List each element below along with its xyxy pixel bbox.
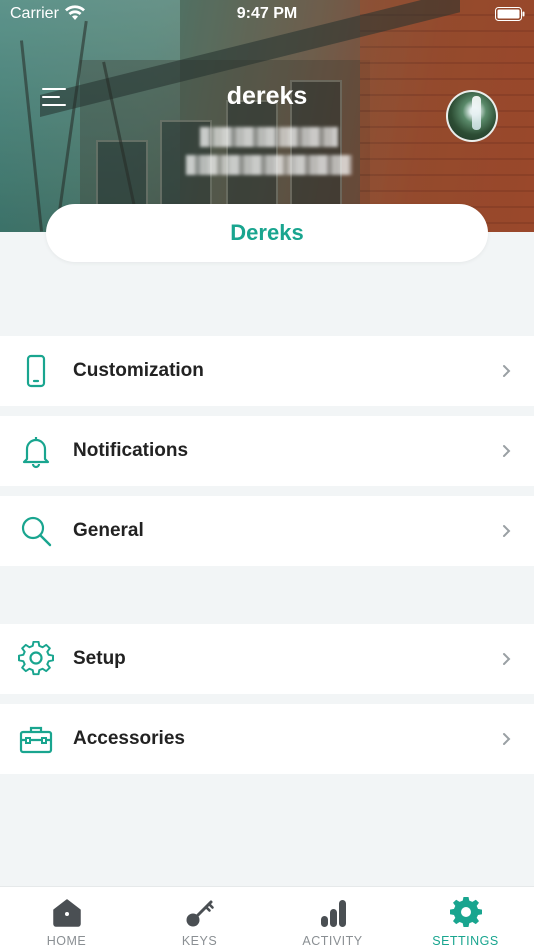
status-time: 9:47 PM [236, 5, 298, 22]
chevron-right-icon [503, 653, 511, 665]
tab-label: ACTIVITY [302, 934, 363, 948]
key-icon [186, 900, 214, 927]
settings-row-accessories[interactable]: Accessories [0, 704, 534, 774]
phone-icon [26, 354, 46, 388]
gear-icon [449, 897, 482, 927]
chevron-right-icon [503, 525, 511, 537]
tab-label: KEYS [181, 934, 218, 948]
settings-row-general[interactable]: General [0, 496, 534, 566]
chevron-right-icon [503, 445, 511, 457]
profile-name-pill: Dereks [46, 204, 488, 262]
tab-home[interactable]: HOME [0, 887, 133, 950]
settings-row-label: Setup [73, 648, 126, 669]
chevron-right-icon [503, 365, 511, 377]
tab-keys[interactable]: KEYS [133, 887, 266, 950]
settings-row-label: Customization [73, 360, 204, 381]
toolbox-icon [19, 726, 53, 754]
bar-chart-icon [320, 900, 346, 927]
blurred-address-line-2 [186, 155, 352, 175]
blurred-address-line-1 [200, 127, 338, 147]
gear-icon [18, 641, 54, 676]
settings-row-label: General [73, 520, 144, 541]
home-icon [52, 899, 81, 927]
status-bar: Carrier 9:47 PM [0, 0, 534, 28]
profile-name: Dereks [230, 220, 304, 245]
settings-row-customization[interactable]: Customization [0, 336, 534, 406]
tab-bar: HOME KEYS ACTIVITY SETTINGS [0, 886, 534, 950]
search-icon [21, 516, 52, 547]
avatar[interactable] [446, 90, 498, 142]
bell-icon [22, 437, 50, 469]
battery-icon [495, 7, 525, 21]
settings-row-label: Notifications [73, 440, 189, 461]
tab-label: SETTINGS [432, 934, 499, 948]
chevron-right-icon [503, 733, 511, 745]
tab-settings[interactable]: SETTINGS [399, 887, 532, 950]
settings-row-setup[interactable]: Setup [0, 624, 534, 694]
settings-row-notifications[interactable]: Notifications [0, 416, 534, 486]
tab-label: HOME [46, 934, 87, 948]
tab-activity[interactable]: ACTIVITY [266, 887, 399, 950]
settings-row-label: Accessories [73, 728, 185, 749]
